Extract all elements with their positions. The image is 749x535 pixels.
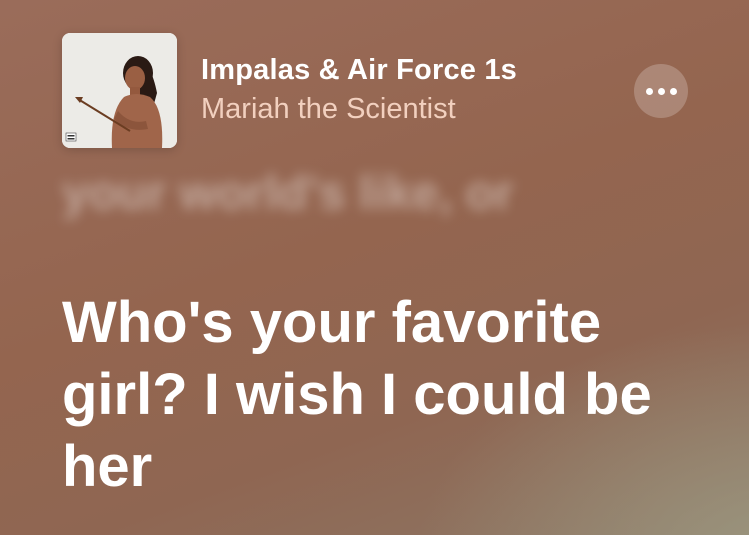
track-artist[interactable]: Mariah the Scientist (201, 93, 456, 126)
track-title[interactable]: Impalas & Air Force 1s (201, 54, 517, 87)
album-cover-image (62, 33, 177, 148)
current-lyric-line[interactable]: Who's your favorite girl? I wish I could… (62, 287, 722, 503)
album-art[interactable] (62, 33, 177, 148)
more-options-button[interactable] (634, 64, 688, 118)
previous-lyric-line[interactable]: your world's like, or (62, 166, 514, 221)
more-options-icon (645, 87, 677, 95)
